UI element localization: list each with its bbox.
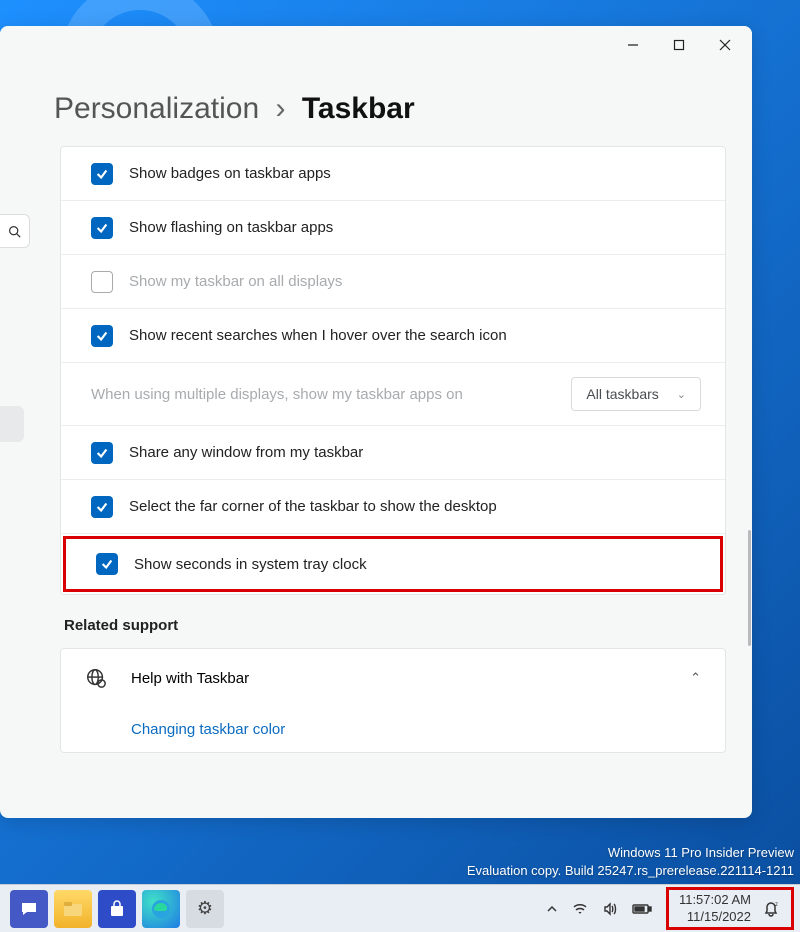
row-show-seconds[interactable]: Show seconds in system tray clock [63,536,723,592]
row-badges[interactable]: Show badges on taskbar apps [61,147,725,201]
volume-icon[interactable] [602,901,618,917]
file-explorer-icon[interactable] [54,890,92,928]
label-corner: Select the far corner of the taskbar to … [129,498,497,515]
checkbox-share[interactable] [91,442,113,464]
row-far-corner[interactable]: Select the far corner of the taskbar to … [61,480,725,534]
chat-app-icon[interactable] [10,890,48,928]
clock-highlight: 11:57:02 AM 11/15/2022 z [666,887,794,930]
breadcrumb-current: Taskbar [302,92,415,125]
clock-date: 11/15/2022 [679,909,751,925]
globe-help-icon [85,667,107,689]
related-support-card: Help with Taskbar ⌃ Changing taskbar col… [60,648,726,753]
settings-icon[interactable]: ⚙ [186,890,224,928]
row-all-displays: Show my taskbar on all displays [61,255,725,309]
wifi-icon[interactable] [572,901,588,917]
dropdown-value: All taskbars [586,386,658,402]
watermark-line2: Evaluation copy. Build 25247.rs_prerelea… [467,862,794,880]
settings-content: Show badges on taskbar apps Show flashin… [0,146,752,818]
breadcrumb: Personalization › Taskbar [0,64,752,146]
help-row[interactable]: Help with Taskbar ⌃ [61,649,725,707]
svg-text:z: z [775,902,778,908]
behaviors-card: Show badges on taskbar apps Show flashin… [60,146,726,595]
breadcrumb-separator: › [275,92,285,125]
search-icon [8,225,21,238]
taskbar: ⚙ 11:57:02 AM 11/15/2022 z [0,884,800,932]
checkbox-badges[interactable] [91,163,113,185]
clock[interactable]: 11:57:02 AM 11/15/2022 [679,892,751,925]
label-seconds: Show seconds in system tray clock [134,556,367,573]
checkbox-recent[interactable] [91,325,113,347]
system-tray: 11:57:02 AM 11/15/2022 z [546,887,794,930]
help-label: Help with Taskbar [131,670,666,687]
label-flashing: Show flashing on taskbar apps [129,219,333,236]
clock-time: 11:57:02 AM [679,892,751,908]
checkbox-corner[interactable] [91,496,113,518]
minimize-button[interactable] [610,29,656,61]
help-sub-link[interactable]: Changing taskbar color [61,707,725,752]
checkbox-seconds[interactable] [96,553,118,575]
label-badges: Show badges on taskbar apps [129,165,331,182]
search-sidebar[interactable] [0,214,30,248]
row-flashing[interactable]: Show flashing on taskbar apps [61,201,725,255]
dropdown-multi-display[interactable]: All taskbars ⌄ [571,377,701,411]
label-recent: Show recent searches when I hover over t… [129,327,507,344]
nav-item-active[interactable] [0,406,24,442]
chevron-down-icon: ⌄ [677,388,686,401]
checkbox-flashing[interactable] [91,217,113,239]
store-icon[interactable] [98,890,136,928]
watermark: Windows 11 Pro Insider Preview Evaluatio… [467,844,794,880]
settings-window: Personalization › Taskbar Show badges on… [0,26,752,818]
label-multi-display: When using multiple displays, show my ta… [91,386,571,403]
taskbar-apps: ⚙ [10,890,224,928]
label-share: Share any window from my taskbar [129,444,363,461]
label-all-displays: Show my taskbar on all displays [129,273,342,290]
close-button[interactable] [702,29,748,61]
titlebar [0,26,752,64]
row-multi-display-apps: When using multiple displays, show my ta… [61,363,725,426]
chevron-up-icon: ⌃ [690,670,701,686]
breadcrumb-parent[interactable]: Personalization [54,92,259,125]
checkbox-all-displays [91,271,113,293]
scrollbar[interactable] [748,530,751,646]
tray-overflow-icon[interactable] [546,903,558,915]
notification-icon[interactable]: z [761,899,781,919]
row-recent-searches[interactable]: Show recent searches when I hover over t… [61,309,725,363]
maximize-button[interactable] [656,29,702,61]
watermark-line1: Windows 11 Pro Insider Preview [467,844,794,862]
row-share-window[interactable]: Share any window from my taskbar [61,426,725,480]
battery-icon[interactable] [632,902,652,916]
related-support-title: Related support [60,617,726,648]
edge-icon[interactable] [142,890,180,928]
